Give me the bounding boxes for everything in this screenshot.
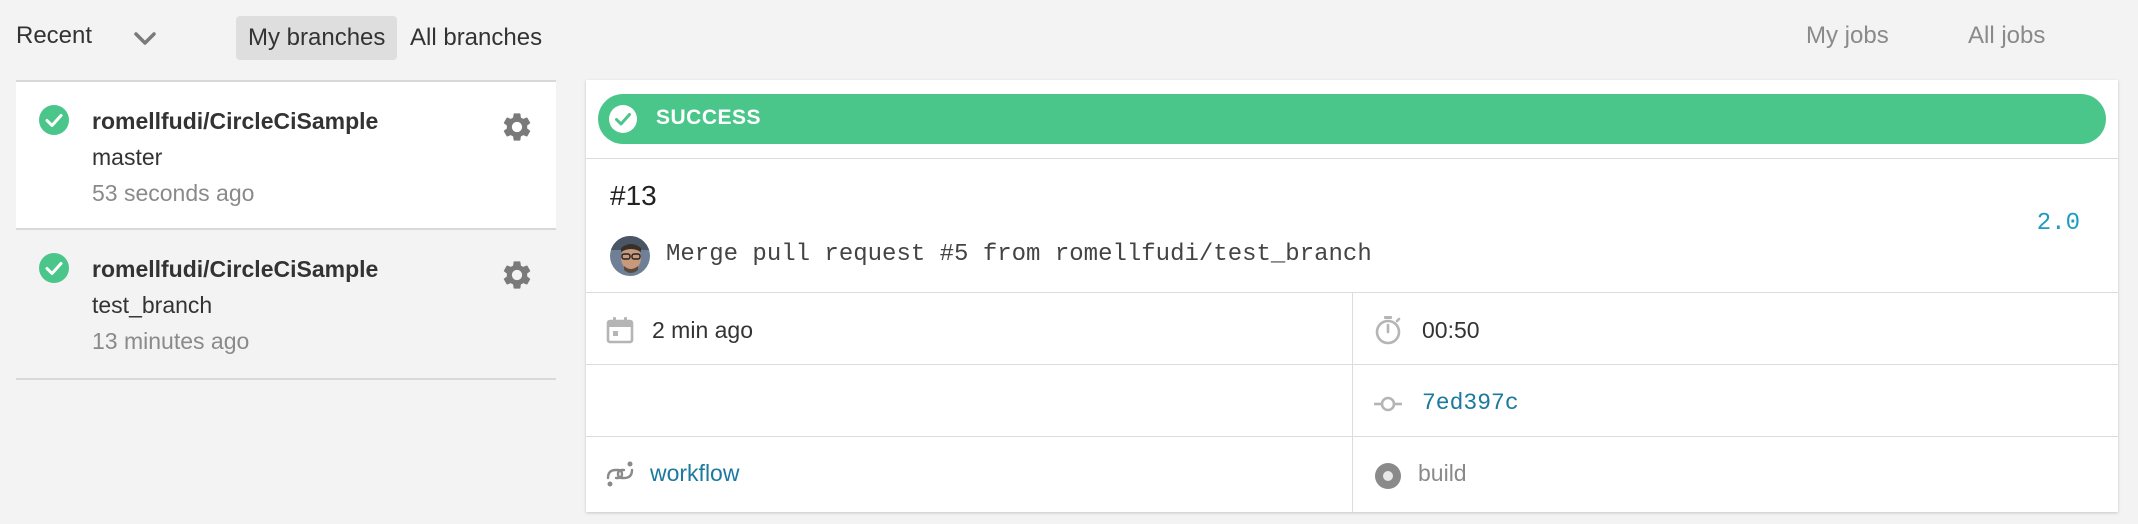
job-dot-icon bbox=[1375, 463, 1401, 489]
stopwatch-icon bbox=[1375, 316, 1401, 345]
branch-name[interactable]: master bbox=[92, 144, 162, 171]
all-jobs-link[interactable]: All jobs bbox=[1968, 22, 2045, 50]
gear-icon[interactable] bbox=[500, 258, 534, 292]
gear-icon[interactable] bbox=[500, 110, 534, 144]
repo-name[interactable]: romellfudi/CircleCiSample bbox=[92, 108, 378, 135]
divider bbox=[586, 436, 2118, 437]
workflow-icon bbox=[606, 461, 634, 487]
build-number: #13 bbox=[610, 180, 657, 211]
recent-label: Recent bbox=[16, 22, 93, 49]
commit-message: Merge pull request #5 from romellfudi/te… bbox=[666, 241, 1372, 268]
build-status-bar: SUCCESS bbox=[598, 94, 2106, 144]
divider bbox=[586, 158, 2118, 159]
branch-card-test-branch[interactable]: romellfudi/CircleCiSample test_branch 13… bbox=[16, 230, 556, 380]
avatar[interactable] bbox=[610, 236, 650, 276]
column-divider bbox=[1352, 292, 1353, 512]
commit-hash-link[interactable]: 7ed397c bbox=[1422, 390, 1519, 416]
chevron-down-icon bbox=[134, 32, 156, 45]
top-bar: Recent My branches All branches My jobs … bbox=[0, 0, 2138, 76]
tab-my-branches[interactable]: My branches bbox=[236, 16, 398, 60]
divider bbox=[586, 364, 2118, 365]
calendar-icon bbox=[606, 317, 634, 344]
check-circle-icon bbox=[39, 253, 69, 283]
config-version[interactable]: 2.0 bbox=[2037, 210, 2080, 237]
build-started-time: 2 min ago bbox=[652, 317, 754, 343]
commit-icon bbox=[1374, 396, 1402, 412]
branch-name[interactable]: test_branch bbox=[92, 292, 212, 319]
build-duration: 00:50 bbox=[1422, 317, 1480, 343]
branch-card-master[interactable]: romellfudi/CircleCiSample master 53 seco… bbox=[16, 80, 556, 230]
branch-time: 53 seconds ago bbox=[92, 180, 255, 206]
build-status-label: SUCCESS bbox=[656, 106, 762, 129]
workflow-link[interactable]: workflow bbox=[650, 460, 739, 487]
check-circle-icon bbox=[609, 105, 637, 133]
job-name[interactable]: build bbox=[1418, 460, 1467, 487]
build-panel: SUCCESS #13 Merge pull request #5 from r… bbox=[586, 80, 2118, 512]
tab-all-branches[interactable]: All branches bbox=[398, 16, 554, 60]
branch-list: romellfudi/CircleCiSample master 53 seco… bbox=[16, 80, 556, 380]
repo-name[interactable]: romellfudi/CircleCiSample bbox=[92, 256, 378, 283]
my-jobs-link[interactable]: My jobs bbox=[1806, 22, 1889, 50]
branch-time: 13 minutes ago bbox=[92, 328, 250, 354]
recent-dropdown[interactable]: Recent bbox=[16, 22, 156, 50]
check-circle-icon bbox=[39, 105, 69, 135]
